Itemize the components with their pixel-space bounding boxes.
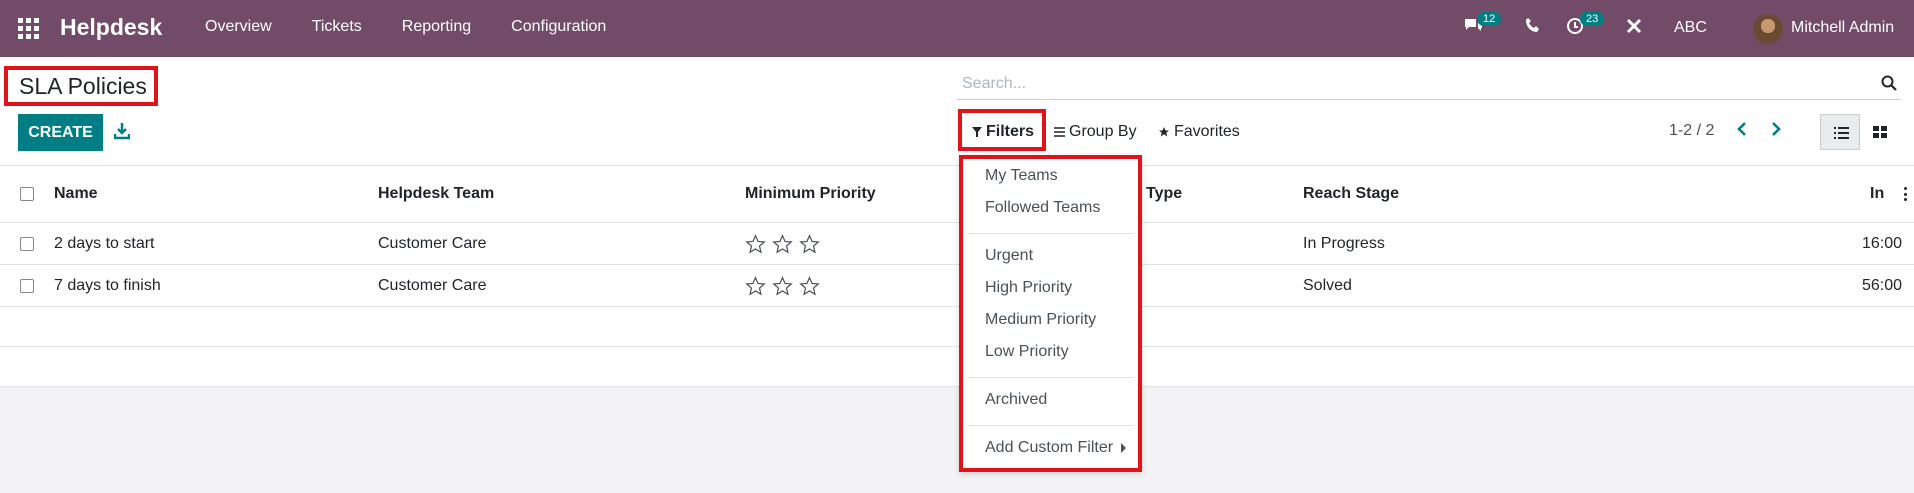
debug-tools-icon[interactable] bbox=[1625, 17, 1643, 40]
filters-label: Filters bbox=[986, 123, 1035, 140]
dropdown-divider bbox=[967, 233, 1134, 234]
filter-low-priority[interactable]: Low Priority bbox=[985, 343, 1069, 361]
column-type[interactable]: Type bbox=[1146, 185, 1182, 203]
kanban-view-button[interactable] bbox=[1860, 114, 1900, 150]
activities-icon[interactable]: 23 bbox=[1566, 12, 1605, 40]
pager-next-icon[interactable] bbox=[1770, 121, 1790, 143]
filter-my-teams[interactable]: My Teams bbox=[985, 167, 1058, 185]
dropdown-divider bbox=[967, 377, 1134, 378]
star-icon bbox=[1159, 127, 1169, 137]
optional-columns-icon[interactable] bbox=[1904, 187, 1908, 201]
row-in: 16:00 bbox=[1861, 234, 1902, 252]
select-all-checkbox[interactable] bbox=[20, 187, 34, 201]
filters-dropdown: My Teams Followed Teams Urgent High Prio… bbox=[959, 155, 1142, 472]
row-reach-stage: In Progress bbox=[1303, 234, 1385, 252]
messages-badge: 12 bbox=[1477, 12, 1502, 26]
messages-icon[interactable]: 12 bbox=[1463, 12, 1502, 40]
add-custom-filter[interactable]: Add Custom Filter bbox=[985, 439, 1127, 457]
empty-row bbox=[0, 347, 1914, 387]
filter-urgent[interactable]: Urgent bbox=[985, 247, 1033, 265]
company-switcher[interactable]: ABC bbox=[1674, 19, 1707, 37]
star-empty-icon[interactable] bbox=[799, 275, 820, 296]
activities-badge: 23 bbox=[1580, 12, 1605, 26]
priority-stars bbox=[745, 275, 820, 296]
row-in: 56:00 bbox=[1861, 276, 1902, 294]
star-empty-icon[interactable] bbox=[772, 233, 793, 254]
add-custom-filter-label: Add Custom Filter bbox=[985, 439, 1114, 456]
systray: 12 23 ABC Mitchell Admin bbox=[0, 0, 1914, 57]
bars-icon bbox=[1054, 127, 1065, 137]
control-panel: SLA Policies CREATE Filters Group By Fav… bbox=[0, 57, 1914, 166]
favorites-button[interactable]: Favorites bbox=[1158, 123, 1240, 141]
column-name[interactable]: Name bbox=[54, 185, 98, 203]
table-row[interactable]: 7 days to finish Customer Care Solved 56… bbox=[0, 265, 1914, 307]
search-icon[interactable] bbox=[1881, 75, 1899, 93]
row-name: 2 days to start bbox=[54, 234, 155, 252]
row-reach-stage: Solved bbox=[1303, 276, 1352, 294]
filter-followed-teams[interactable]: Followed Teams bbox=[985, 199, 1100, 217]
create-button[interactable]: CREATE bbox=[18, 114, 103, 151]
column-reach-stage[interactable]: Reach Stage bbox=[1303, 185, 1399, 203]
top-navbar: Helpdesk Overview Tickets Reporting Conf… bbox=[0, 0, 1914, 57]
user-menu[interactable]: Mitchell Admin bbox=[1791, 19, 1894, 37]
pager-previous-icon[interactable] bbox=[1736, 121, 1756, 143]
list-view-icon bbox=[1834, 127, 1849, 139]
empty-row bbox=[0, 307, 1914, 347]
column-in[interactable]: In bbox=[1870, 185, 1884, 203]
filter-archived[interactable]: Archived bbox=[985, 391, 1047, 409]
row-checkbox[interactable] bbox=[20, 236, 34, 251]
download-icon[interactable] bbox=[113, 122, 132, 142]
filter-medium-priority[interactable]: Medium Priority bbox=[985, 311, 1096, 329]
filter-high-priority[interactable]: High Priority bbox=[985, 279, 1072, 297]
group-by-label: Group By bbox=[1069, 123, 1137, 140]
user-avatar[interactable] bbox=[1753, 14, 1783, 44]
column-minimum-priority[interactable]: Minimum Priority bbox=[745, 185, 876, 203]
filters-button[interactable]: Filters bbox=[972, 123, 1034, 141]
search-input[interactable] bbox=[962, 70, 1842, 98]
kanban-view-icon bbox=[1873, 126, 1887, 138]
star-empty-icon[interactable] bbox=[745, 233, 766, 254]
table-row[interactable]: 2 days to start Customer Care In Progres… bbox=[0, 223, 1914, 265]
list-view-button[interactable] bbox=[1820, 114, 1860, 150]
search-bar bbox=[957, 70, 1901, 100]
row-team: Customer Care bbox=[378, 276, 487, 294]
pager-value[interactable]: 1-2 / 2 bbox=[1669, 122, 1714, 140]
star-empty-icon[interactable] bbox=[772, 275, 793, 296]
table-header: Name Helpdesk Team Minimum Priority Type… bbox=[0, 166, 1914, 223]
star-empty-icon[interactable] bbox=[745, 275, 766, 296]
star-empty-icon[interactable] bbox=[799, 233, 820, 254]
phone-icon[interactable] bbox=[1525, 17, 1541, 38]
dropdown-divider bbox=[967, 425, 1134, 426]
priority-stars bbox=[745, 233, 820, 254]
caret-right-icon bbox=[1121, 442, 1127, 453]
favorites-label: Favorites bbox=[1174, 123, 1240, 140]
row-checkbox[interactable] bbox=[20, 278, 34, 293]
filter-icon bbox=[972, 127, 982, 137]
row-name: 7 days to finish bbox=[54, 276, 161, 294]
page-title: SLA Policies bbox=[19, 73, 147, 99]
sla-policies-table: Name Helpdesk Team Minimum Priority Type… bbox=[0, 166, 1914, 387]
group-by-button[interactable]: Group By bbox=[1054, 123, 1137, 141]
column-helpdesk-team[interactable]: Helpdesk Team bbox=[378, 185, 494, 203]
row-team: Customer Care bbox=[378, 234, 487, 252]
